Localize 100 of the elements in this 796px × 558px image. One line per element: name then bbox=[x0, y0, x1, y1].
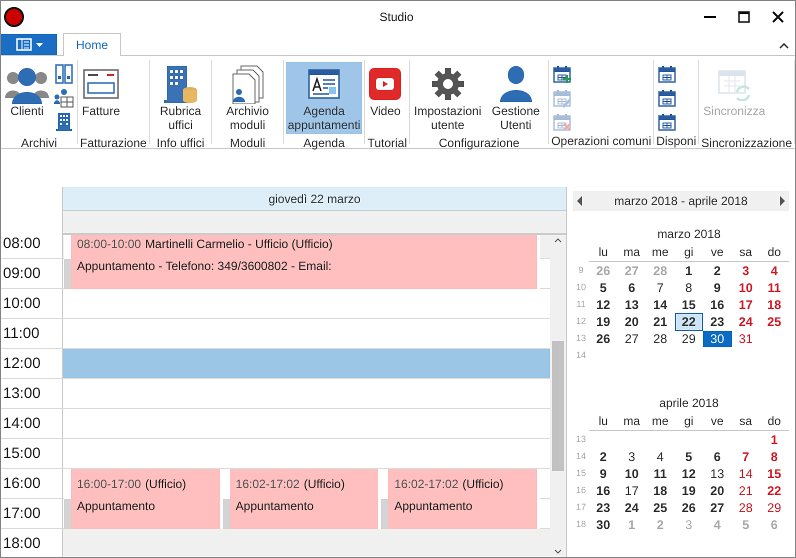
calendar-day[interactable]: 18 bbox=[646, 482, 674, 498]
ribbon-button[interactable]: Fatture bbox=[80, 62, 122, 134]
calendar-day[interactable]: 26 bbox=[674, 500, 703, 516]
ribbon-button[interactable]: Impostazioni utente bbox=[412, 62, 484, 134]
toolbar-button[interactable] bbox=[53, 64, 75, 84]
calendar-day[interactable]: 2 bbox=[703, 262, 732, 278]
calendar-day[interactable]: 14 bbox=[646, 296, 674, 312]
month-title: marzo 2018 bbox=[656, 226, 722, 243]
calendar-day[interactable]: 14 bbox=[732, 466, 760, 482]
calendar-day[interactable]: 22 bbox=[760, 482, 788, 498]
previous-icon[interactable] bbox=[577, 196, 583, 206]
appointment[interactable]: 16:02-17:02 (Ufficio) Appuntamento bbox=[381, 469, 540, 529]
calendar-day[interactable]: 29 bbox=[760, 500, 788, 516]
calendar-day[interactable]: 30 bbox=[703, 330, 732, 346]
calendar-day[interactable]: 20 bbox=[618, 314, 646, 330]
calendar-day[interactable]: 12 bbox=[674, 466, 703, 482]
toolbar-button[interactable] bbox=[551, 64, 574, 84]
toolbar-button[interactable] bbox=[656, 88, 678, 108]
calendar-day[interactable]: 10 bbox=[618, 466, 646, 482]
appointment[interactable]: 16:02-17:02 (Ufficio) Appuntamento bbox=[222, 469, 382, 529]
file-menu-button[interactable] bbox=[1, 34, 57, 55]
calendar-day[interactable]: 26 bbox=[589, 330, 618, 346]
calendar-day[interactable]: 23 bbox=[703, 314, 732, 330]
calendar-day[interactable]: 3 bbox=[618, 448, 646, 464]
calendar-day[interactable]: 30 bbox=[589, 516, 618, 532]
calendar-day[interactable]: 12 bbox=[589, 296, 618, 312]
calendar-day[interactable]: 13 bbox=[618, 296, 646, 312]
binders-icon bbox=[54, 64, 74, 84]
calendar-day[interactable]: 3 bbox=[732, 262, 760, 278]
calendar-day[interactable]: 18 bbox=[760, 296, 788, 312]
calendar-day[interactable]: 25 bbox=[646, 500, 674, 516]
caret-up-icon bbox=[779, 42, 789, 50]
calendar-day[interactable]: 29 bbox=[674, 330, 703, 346]
calendar-day[interactable]: 5 bbox=[674, 448, 703, 464]
calendar-day[interactable]: 31 bbox=[732, 330, 760, 346]
caret-icon bbox=[36, 42, 42, 46]
ribbon-tab[interactable]: Home bbox=[63, 33, 122, 56]
ribbon-button[interactable]: Agenda appuntamenti bbox=[286, 62, 362, 134]
calendar-day[interactable]: 9 bbox=[703, 280, 732, 296]
appointment[interactable]: 16:00-17:00 (Ufficio) Appuntamento bbox=[64, 469, 223, 529]
calendar-day[interactable]: 10 bbox=[732, 280, 760, 296]
calendar-day[interactable]: 1 bbox=[674, 262, 703, 278]
calendar-edit-icon bbox=[552, 88, 572, 108]
appointment[interactable]: 08:00-10:00 Martinelli Carmelio - Ufficio (Ufficio) Appuntamento - Telefono: 349/3600802 - Email: bbox=[64, 235, 540, 289]
ribbon-button[interactable]: Gestione Utenti bbox=[485, 62, 546, 134]
scroll-thumb[interactable] bbox=[552, 341, 564, 471]
toolbar-button[interactable] bbox=[656, 112, 678, 132]
calendar-day[interactable]: 24 bbox=[732, 314, 760, 330]
calendar-day[interactable]: 28 bbox=[732, 500, 760, 516]
calendar-day[interactable]: 16 bbox=[589, 482, 618, 498]
calendar-day[interactable]: 19 bbox=[674, 482, 703, 498]
weekday-label: me bbox=[650, 413, 670, 430]
calendar-day[interactable]: 4 bbox=[646, 448, 674, 464]
calendar-day[interactable]: 23 bbox=[589, 500, 618, 516]
appointment-text: Appuntamento - Telefono: 349/3600802 - Email: bbox=[77, 259, 332, 273]
ribbon-button[interactable]: Rubrica uffici bbox=[152, 62, 210, 134]
calendar-day[interactable]: 27 bbox=[618, 330, 646, 346]
calendar-day[interactable]: 9 bbox=[589, 466, 618, 482]
calendar-day[interactable]: 17 bbox=[618, 482, 646, 498]
calendar-day[interactable]: 22 bbox=[674, 312, 703, 330]
maximize-icon bbox=[738, 10, 750, 22]
calendar-day[interactable]: 25 bbox=[760, 314, 788, 330]
appointment-title: (Ufficio) bbox=[462, 477, 504, 491]
calendar-day[interactable]: 6 bbox=[618, 280, 646, 296]
week-number: 13 bbox=[574, 432, 587, 446]
ribbon-button[interactable]: Clienti bbox=[3, 62, 51, 134]
toolbar-button[interactable] bbox=[656, 64, 678, 84]
calendar-day[interactable]: 1 bbox=[760, 432, 788, 448]
calendar-day[interactable]: 19 bbox=[589, 314, 618, 330]
ribbon-button[interactable]: Archivio moduli bbox=[214, 62, 281, 134]
calendar-day[interactable]: 7 bbox=[646, 280, 674, 296]
toolbar-button[interactable] bbox=[53, 88, 75, 108]
calendar-day[interactable]: 8 bbox=[760, 448, 788, 464]
calendar-day[interactable]: 11 bbox=[646, 466, 674, 482]
calendar-day[interactable]: 4 bbox=[760, 262, 788, 278]
minimize-icon bbox=[704, 16, 716, 18]
calendar-day[interactable]: 15 bbox=[674, 296, 703, 312]
weekday-label: lu bbox=[598, 413, 609, 430]
calendar-day[interactable]: 11 bbox=[760, 280, 788, 296]
calendar-day[interactable]: 5 bbox=[589, 280, 618, 296]
calendar-day[interactable]: 16 bbox=[703, 296, 732, 312]
calendar-day[interactable]: 20 bbox=[703, 482, 732, 498]
ribbon-button[interactable]: Video bbox=[367, 62, 404, 134]
calendar-day[interactable]: 13 bbox=[703, 466, 732, 482]
next-icon[interactable] bbox=[778, 196, 785, 206]
documents-icon bbox=[230, 64, 265, 104]
calendar-icon bbox=[657, 64, 678, 84]
calendar-day[interactable]: 28 bbox=[646, 330, 674, 346]
calendar-day[interactable]: 7 bbox=[732, 448, 760, 464]
calendar-day[interactable]: 8 bbox=[674, 280, 703, 296]
calendar-day[interactable]: 27 bbox=[703, 500, 732, 516]
scrollbar[interactable] bbox=[550, 235, 566, 557]
calendar-day[interactable]: 6 bbox=[703, 448, 732, 464]
calendar-day[interactable]: 21 bbox=[732, 482, 760, 498]
calendar-day[interactable]: 15 bbox=[760, 466, 788, 482]
calendar-day[interactable]: 21 bbox=[646, 314, 674, 330]
calendar-day[interactable]: 24 bbox=[618, 500, 646, 516]
calendar-day[interactable]: 2 bbox=[589, 448, 618, 464]
calendar-day[interactable]: 17 bbox=[732, 296, 760, 312]
toolbar-button[interactable] bbox=[53, 112, 75, 132]
